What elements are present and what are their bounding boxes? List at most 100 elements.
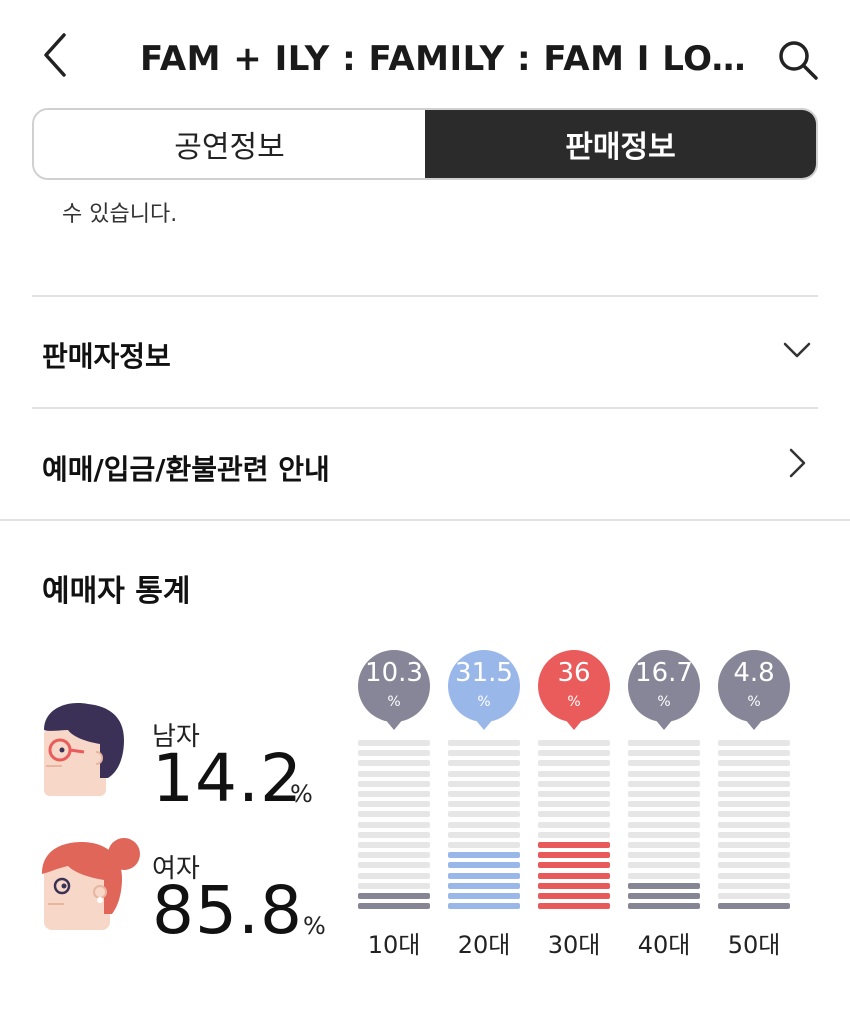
bar-segment-empty bbox=[628, 831, 700, 838]
bar-segment-empty bbox=[358, 872, 430, 879]
bar-segment-filled bbox=[628, 893, 700, 899]
search-icon bbox=[779, 41, 818, 80]
age-bubble-50대: 4.8% bbox=[718, 650, 790, 722]
bubble-tail bbox=[384, 718, 404, 730]
age-value-label: 4.8 bbox=[733, 658, 775, 688]
age-value-unit: % bbox=[657, 694, 671, 710]
bar-segment-empty bbox=[448, 821, 520, 828]
section-divider bbox=[0, 519, 850, 521]
chevron-right-icon bbox=[789, 448, 806, 478]
bar-segment-empty bbox=[358, 750, 430, 757]
bar-segment-empty bbox=[628, 821, 700, 828]
bar-segment-empty bbox=[538, 821, 610, 828]
female-unit: % bbox=[303, 912, 326, 940]
bar-segment-filled bbox=[538, 882, 610, 889]
bar-segment-filled bbox=[538, 872, 610, 879]
bar-segment-empty bbox=[538, 740, 610, 746]
bar-segment-empty bbox=[358, 862, 430, 869]
bar-segment-empty bbox=[538, 791, 610, 797]
age-value-label: 16.7 bbox=[635, 658, 693, 688]
bar-segment-empty bbox=[358, 842, 430, 848]
bar-segment-empty bbox=[718, 760, 790, 767]
bar-segment-empty bbox=[628, 760, 700, 767]
female-avatar-icon bbox=[42, 838, 140, 930]
bar-segment-empty bbox=[538, 750, 610, 757]
bar-segment-empty bbox=[718, 811, 790, 818]
age-category-label: 50대 bbox=[727, 931, 781, 960]
bar-segment-empty bbox=[358, 740, 430, 746]
bar-segment-empty bbox=[538, 801, 610, 808]
tab-performance-info[interactable]: 공연정보 bbox=[34, 110, 425, 178]
bar-segment-empty bbox=[358, 791, 430, 797]
bar-segment-empty bbox=[538, 780, 610, 787]
bar-segment-empty bbox=[358, 882, 430, 889]
bar-segment-empty bbox=[628, 872, 700, 879]
bar-segment-empty bbox=[628, 842, 700, 848]
bar-segment-filled bbox=[538, 893, 610, 899]
bar-segment-empty bbox=[448, 760, 520, 767]
bar-segment-filled bbox=[448, 882, 520, 889]
bubble-tail bbox=[564, 718, 584, 730]
notice-text: 수 있습니다. bbox=[62, 202, 178, 227]
bar-segment-empty bbox=[538, 811, 610, 818]
female-value: 85.8 bbox=[152, 872, 303, 949]
divider bbox=[32, 407, 818, 409]
bar-segment-empty bbox=[448, 770, 520, 777]
male-avatar-icon bbox=[44, 703, 124, 796]
bar-segment-filled bbox=[448, 893, 520, 899]
bar-segment-empty bbox=[448, 811, 520, 818]
bar-segment-empty bbox=[448, 740, 520, 746]
bar-segment-empty bbox=[718, 821, 790, 828]
bar-segment-empty bbox=[358, 811, 430, 818]
stats-title: 예매자 통계 bbox=[42, 574, 191, 609]
age-chart: 10.3% 10대 31.5% 20대 36% 30대 16.7% 40대 4.8% 50대 bbox=[350, 650, 800, 970]
age-bubble-10대: 10.3% bbox=[358, 650, 430, 722]
age-value-unit: % bbox=[477, 694, 491, 710]
bar-segment-empty bbox=[718, 780, 790, 787]
male-unit: % bbox=[290, 780, 313, 808]
segmented-tabs: 공연정보 판매정보 bbox=[32, 108, 818, 180]
search-button[interactable] bbox=[770, 32, 826, 88]
bar-segment-filled bbox=[358, 893, 430, 899]
bar-segment-empty bbox=[628, 852, 700, 859]
bar-segment-filled bbox=[358, 903, 430, 910]
bar-segment-empty bbox=[718, 740, 790, 746]
age-value-label: 36 bbox=[557, 658, 591, 688]
bar-segment-empty bbox=[718, 842, 790, 848]
bar-segment-empty bbox=[448, 791, 520, 797]
age-value-unit: % bbox=[747, 694, 761, 710]
age-value-label: 10.3 bbox=[365, 658, 423, 688]
bar-segment-empty bbox=[358, 831, 430, 838]
male-value: 14.2 bbox=[152, 740, 303, 817]
bar-segment-filled bbox=[538, 862, 610, 869]
bar-segment-empty bbox=[718, 893, 790, 899]
bar-segment-empty bbox=[628, 770, 700, 777]
bar-segment-empty bbox=[538, 831, 610, 838]
booking-guide-row[interactable]: 예매/입금/환불관련 안내 bbox=[32, 410, 818, 520]
age-category-label: 40대 bbox=[637, 931, 691, 960]
bar-segment-filled bbox=[718, 903, 790, 910]
bar-segment-empty bbox=[358, 770, 430, 777]
bar-segment-empty bbox=[718, 831, 790, 838]
bar-segment-empty bbox=[718, 770, 790, 777]
bar-segment-empty bbox=[628, 862, 700, 869]
bar-segment-empty bbox=[718, 882, 790, 889]
bar-segment-empty bbox=[358, 852, 430, 859]
tab-sales-info[interactable]: 판매정보 bbox=[425, 110, 816, 178]
bar-segment-empty bbox=[628, 780, 700, 787]
bar-segment-filled bbox=[628, 882, 700, 889]
bar-segment-empty bbox=[358, 821, 430, 828]
age-category-label: 20대 bbox=[457, 931, 511, 960]
bar-segment-filled bbox=[448, 852, 520, 859]
bar-segment-empty bbox=[718, 750, 790, 757]
age-value-unit: % bbox=[387, 694, 401, 710]
seller-info-row[interactable]: 판매자정보 bbox=[32, 297, 818, 407]
bar-segment-empty bbox=[538, 760, 610, 767]
bar-segment-empty bbox=[718, 862, 790, 869]
back-button[interactable] bbox=[30, 24, 80, 86]
bar-segment-empty bbox=[718, 801, 790, 808]
bar-segment-empty bbox=[718, 791, 790, 797]
bar-segment-empty bbox=[358, 760, 430, 767]
bar-segment-empty bbox=[628, 791, 700, 797]
bar-segment-empty bbox=[628, 740, 700, 746]
